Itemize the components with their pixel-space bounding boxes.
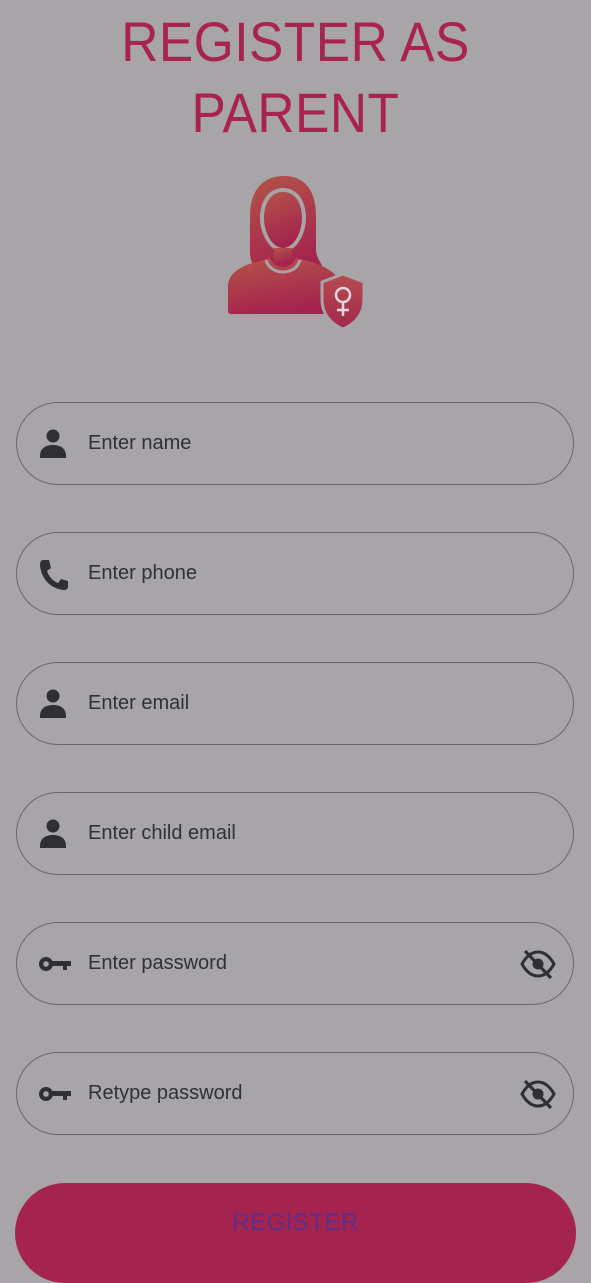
register-button-label: REGISTER	[232, 1209, 359, 1236]
register-button[interactable]: REGISTER	[15, 1183, 576, 1283]
page-title-line-1: REGISTER AS	[121, 10, 470, 73]
phone-field[interactable]: Enter phone	[16, 532, 574, 615]
person-icon	[37, 686, 69, 722]
female-parent-shield-icon	[222, 174, 368, 332]
email-field[interactable]: Enter email	[16, 662, 574, 745]
person-icon	[37, 816, 69, 852]
phone-input[interactable]: Enter phone	[88, 533, 197, 613]
name-field[interactable]: Enter name	[16, 402, 574, 485]
person-icon	[37, 426, 69, 462]
phone-icon	[37, 556, 69, 592]
child-email-field[interactable]: Enter child email	[16, 792, 574, 875]
page-title-line-2: PARENT	[191, 81, 400, 144]
email-input[interactable]: Enter email	[88, 663, 189, 743]
key-icon	[37, 946, 71, 982]
eye-off-icon[interactable]	[520, 947, 556, 981]
retype-password-field[interactable]: Retype password	[16, 1052, 574, 1135]
page-title: REGISTER AS PARENT	[24, 6, 568, 148]
key-icon	[37, 1076, 71, 1112]
eye-off-icon[interactable]	[520, 1077, 556, 1111]
child-email-input[interactable]: Enter child email	[88, 793, 236, 873]
name-input[interactable]: Enter name	[88, 403, 191, 483]
password-field[interactable]: Enter password	[16, 922, 574, 1005]
password-input[interactable]: Enter password	[88, 923, 227, 1003]
retype-password-input[interactable]: Retype password	[88, 1053, 243, 1133]
